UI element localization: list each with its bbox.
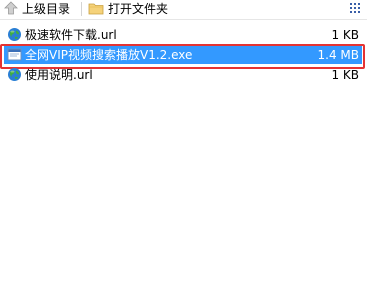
toolbar: 上级目录 打开文件夹 <box>0 0 367 20</box>
file-name: 全网VIP视频搜索播放V1.2.exe <box>25 48 193 62</box>
file-name: 使用说明.url <box>25 68 93 82</box>
file-row[interactable]: 极速软件下载.url 1 KB <box>0 25 367 45</box>
up-arrow-icon <box>4 0 18 18</box>
folder-icon <box>88 1 104 18</box>
up-directory-button[interactable]: 上级目录 <box>4 0 70 18</box>
application-exe-icon <box>7 47 22 62</box>
file-size: 1 KB <box>331 28 359 42</box>
open-folder-label: 打开文件夹 <box>108 2 169 16</box>
file-size: 1 KB <box>331 68 359 82</box>
file-row-selected[interactable]: 全网VIP视频搜索播放V1.2.exe 1.4 MB <box>0 44 367 69</box>
file-list: 极速软件下载.url 1 KB 全网VIP视频搜索播放V1.2.exe 1.4 … <box>0 25 367 85</box>
file-size: 1.4 MB <box>317 48 359 62</box>
up-directory-label: 上级目录 <box>22 2 71 16</box>
file-row[interactable]: 使用说明.url 1 KB <box>0 65 367 85</box>
grid-view-icon <box>347 3 365 20</box>
internet-shortcut-icon <box>7 27 22 42</box>
internet-shortcut-icon <box>7 67 22 82</box>
toolbar-separator <box>81 2 82 16</box>
file-name: 极速软件下载.url <box>25 28 117 42</box>
open-folder-button[interactable]: 打开文件夹 <box>88 0 168 18</box>
view-grid-button[interactable] <box>347 1 365 17</box>
